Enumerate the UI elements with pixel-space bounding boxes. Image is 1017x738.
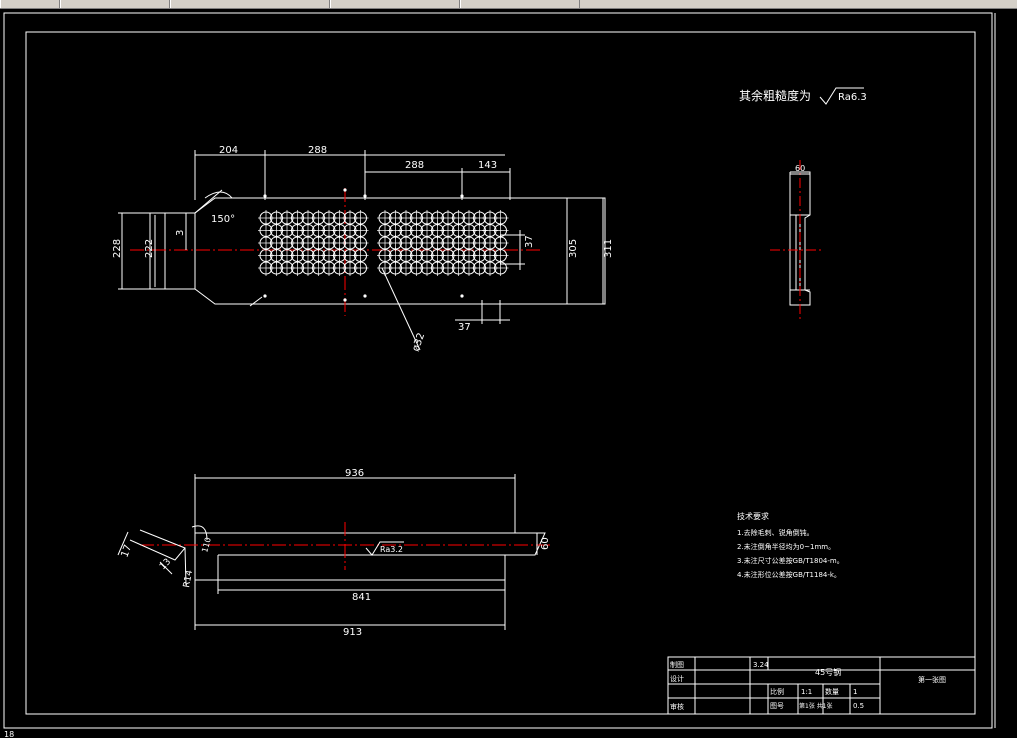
angle-leader — [194, 189, 223, 214]
drawing-canvas[interactable]: 其余粗糙度为 Ra6.3 204 288 288 143 228 222 3 1… — [0, 0, 1017, 738]
dim-228: 228 — [112, 239, 123, 258]
dim-204: 204 — [219, 145, 238, 156]
sheet-inner-border — [25, 31, 976, 715]
title-block-label: 审核 — [670, 702, 684, 711]
dim-3: 3 — [175, 230, 186, 236]
dim-60-bottom: 60 — [540, 537, 551, 550]
title-block-scale-label: 比例 — [770, 687, 784, 696]
status-bar-text: 18 — [4, 730, 14, 738]
tech-req-title: 技术要求 — [737, 511, 769, 521]
dim-150-deg: 150° — [211, 214, 235, 225]
title-block-label: 设计 — [670, 674, 684, 683]
marker-dot — [460, 294, 464, 298]
title-block-scale-value: 1:1 — [801, 688, 812, 696]
dim-37-horiz: 37 — [458, 322, 471, 333]
roughness-symbol: Ra6.3 — [819, 87, 867, 105]
title-block-quantity-value: 1 — [853, 688, 857, 696]
sheet-outer-border — [3, 12, 993, 729]
title-block-value: 3.24 — [753, 661, 769, 669]
dim-288-b: 288 — [405, 160, 424, 171]
tech-req-item: 3.未注尺寸公差按GB/T1804-m。 — [737, 556, 844, 565]
marker-dot — [343, 188, 347, 192]
tech-req-item: 2.未注倒角半径均为0~1mm。 — [737, 542, 835, 551]
side-view: 60 — [770, 160, 822, 322]
title-block-sheet-label: 图号 — [770, 702, 784, 710]
dim-37-vert: 37 — [524, 235, 535, 248]
technical-requirements: 技术要求 1.去除毛刺、锐角倒钝。 2.未注倒角半径均为0~1mm。 3.未注尺… — [737, 511, 844, 579]
dim-222: 222 — [144, 239, 155, 258]
dim-936: 936 — [345, 468, 364, 479]
tech-req-item: 4.未注形位公差按GB/T1184-k。 — [737, 570, 841, 579]
roughness-symbol-small-value: Ra3.2 — [380, 545, 403, 554]
dim-143: 143 — [478, 160, 497, 171]
title-block-sheet-value: 第1张 共1张 — [799, 702, 833, 710]
roughness-symbol-value: Ra6.3 — [838, 92, 867, 103]
title-block-label: 制图 — [670, 660, 684, 669]
bottom-view-outline — [195, 532, 546, 581]
title-block-drawing-name: 第一张图 — [918, 675, 946, 684]
title-block-quantity-label: 数量 — [825, 687, 839, 696]
dim-288-a: 288 — [308, 145, 327, 156]
bottom-view: 17 13 R14 110 936 60 841 913 Ra3.2 — [117, 468, 551, 638]
marker-dot — [363, 294, 367, 298]
dim-60-side: 60 — [795, 164, 805, 173]
marker-dot — [343, 298, 347, 302]
dim-311: 311 — [603, 239, 614, 258]
dim-13: 13 — [158, 557, 173, 572]
tech-req-item: 1.去除毛刺、锐角倒钝。 — [737, 528, 814, 537]
dim-110: 110 — [200, 536, 213, 553]
dim-305: 305 — [568, 239, 579, 258]
dim-913: 913 — [343, 627, 362, 638]
title-block: 制图 3.24 设计 审核 45号钢 第一张图 比例 1:1 数量 1 图号 第… — [667, 656, 976, 715]
roughness-note-text: 其余粗糙度为 — [739, 88, 811, 103]
title-block-weight: 0.5 — [853, 702, 864, 710]
leader-line — [249, 296, 263, 307]
marker-dot — [263, 294, 267, 298]
dim-841: 841 — [352, 592, 371, 603]
hole-pattern — [258, 188, 509, 302]
top-view: 204 288 288 143 228 222 3 150° 37 305 31… — [112, 145, 614, 353]
title-block-material: 45号钢 — [815, 667, 841, 677]
dim-r14: R14 — [182, 569, 195, 588]
